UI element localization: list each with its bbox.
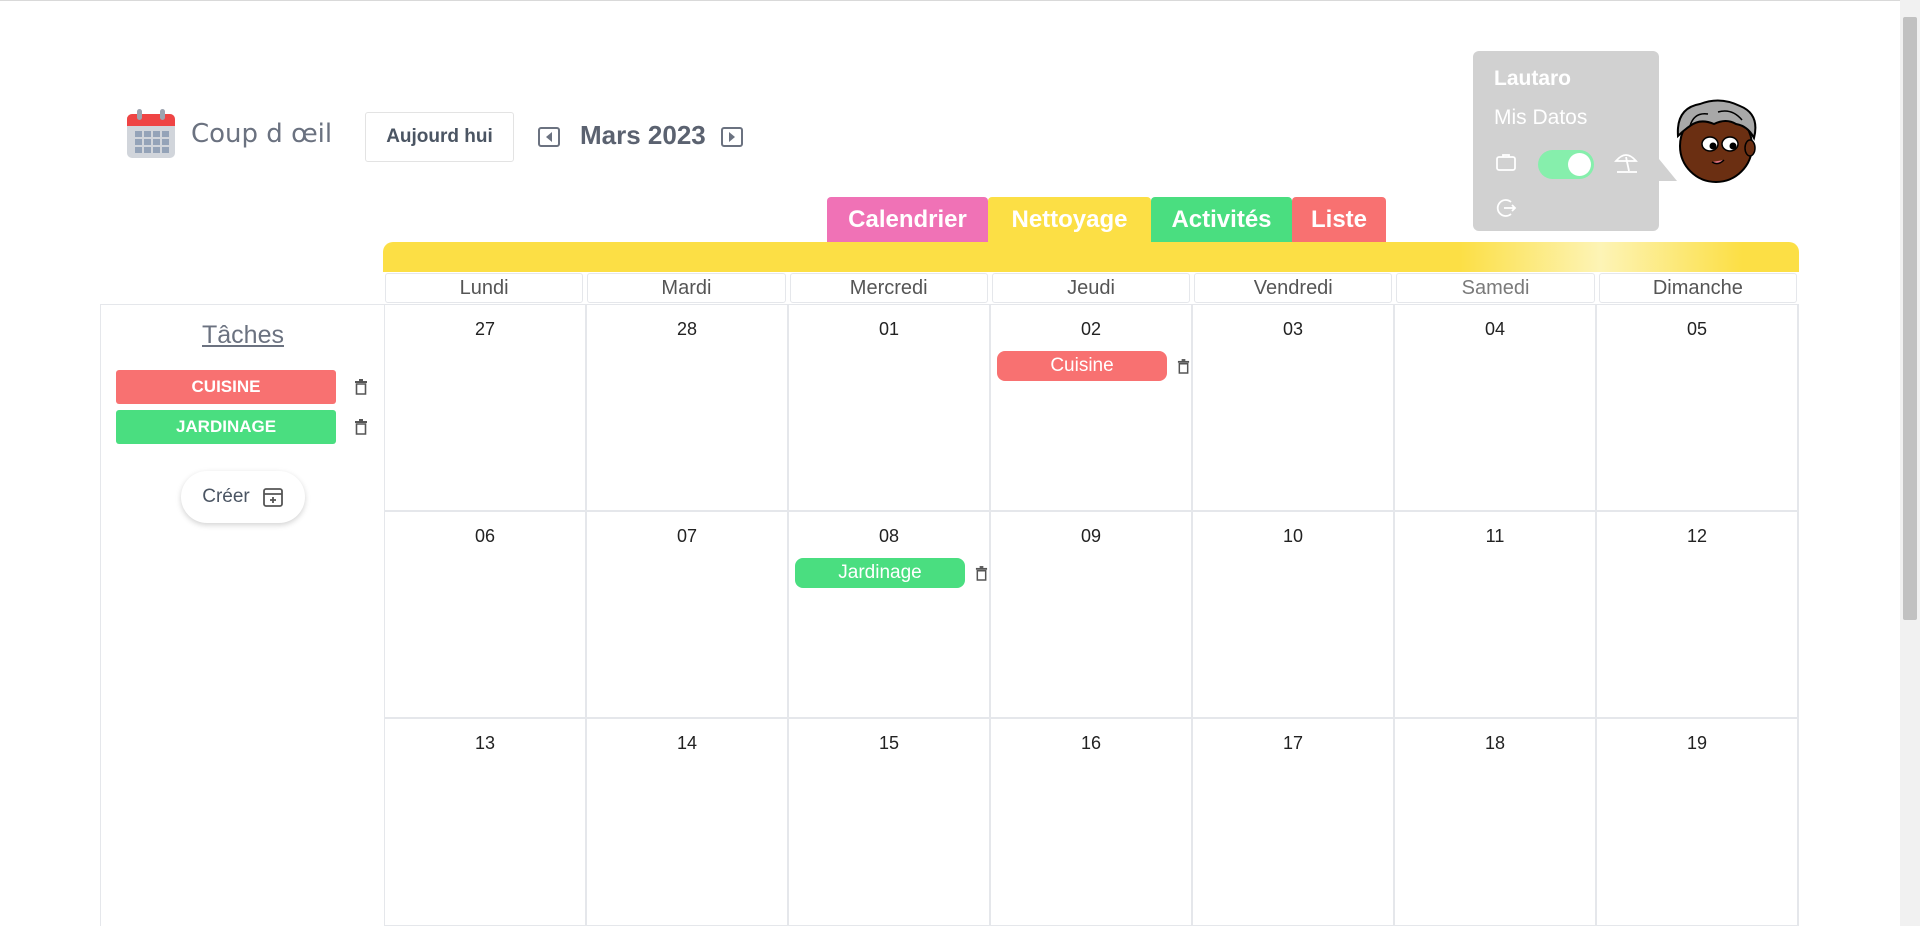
day-number: 12 xyxy=(1686,526,1708,546)
sidebar-title: Tâches xyxy=(202,321,284,349)
avatar[interactable] xyxy=(1670,96,1762,186)
app-title: Coup d œil xyxy=(191,119,333,149)
day-number: 11 xyxy=(1485,526,1505,546)
tab-activites[interactable]: Activités xyxy=(1151,197,1292,243)
prev-month-button[interactable] xyxy=(538,127,560,147)
day-cell[interactable]: 14 xyxy=(587,719,789,926)
event-label[interactable]: Cuisine xyxy=(997,351,1167,381)
day-cell[interactable]: 02 Cuisine xyxy=(991,305,1193,512)
task-label[interactable]: CUISINE xyxy=(116,370,336,404)
day-number: 27 xyxy=(474,319,496,339)
day-number: 01 xyxy=(878,319,900,339)
calendar-event: Cuisine xyxy=(997,351,1190,381)
task-item: JARDINAGE xyxy=(116,410,368,444)
day-cell[interactable]: 01 xyxy=(789,305,991,512)
day-cell[interactable]: 04 xyxy=(1395,305,1597,512)
briefcase-icon[interactable] xyxy=(1495,152,1517,172)
day-cell[interactable]: 16 xyxy=(991,719,1193,926)
day-number: 10 xyxy=(1282,526,1304,546)
day-cell[interactable]: 12 xyxy=(1597,512,1799,719)
brand: Coup d œil xyxy=(125,108,332,160)
my-data-link[interactable]: Mis Datos xyxy=(1494,106,1587,130)
tab-nettoyage[interactable]: Nettoyage xyxy=(988,197,1151,243)
weekday-label: Vendredi xyxy=(1194,273,1393,303)
day-cell[interactable]: 19 xyxy=(1597,719,1799,926)
day-number: 02 xyxy=(1080,319,1102,339)
day-number: 13 xyxy=(474,733,496,753)
event-label[interactable]: Jardinage xyxy=(795,558,965,588)
day-number: 17 xyxy=(1282,733,1304,753)
user-name: Lautaro xyxy=(1494,67,1572,90)
view-tabs: Calendrier Nettoyage Activités Liste xyxy=(827,197,1386,243)
day-number: 18 xyxy=(1484,733,1506,753)
day-number: 08 xyxy=(878,526,900,546)
weekday-label: Mercredi xyxy=(789,273,988,303)
day-cell[interactable]: 03 xyxy=(1193,305,1395,512)
next-month-button[interactable] xyxy=(721,127,743,147)
day-number: 04 xyxy=(1484,319,1506,339)
weekday-label: Dimanche xyxy=(1598,273,1797,303)
day-cell[interactable]: 05 xyxy=(1597,305,1799,512)
weekday-label: Mardi xyxy=(587,273,786,303)
day-cell[interactable]: 18 xyxy=(1395,719,1597,926)
tab-liste[interactable]: Liste xyxy=(1292,197,1386,243)
day-cell[interactable]: 07 xyxy=(587,512,789,719)
day-number: 19 xyxy=(1686,733,1708,753)
day-cell[interactable]: 10 xyxy=(1193,512,1395,719)
top-border xyxy=(0,0,1920,1)
day-number: 07 xyxy=(676,526,698,546)
month-grid: 27 28 01 02 Cuisine 03 04 05 06 07 08 Ja… xyxy=(384,304,1799,926)
day-number: 05 xyxy=(1686,319,1708,339)
trash-icon[interactable] xyxy=(354,379,368,395)
day-number: 09 xyxy=(1080,526,1102,546)
scrollbar-thumb[interactable] xyxy=(1903,17,1917,620)
caret-right-icon xyxy=(729,132,735,142)
day-cell[interactable]: 27 xyxy=(385,305,587,512)
day-cell[interactable]: 08 Jardinage xyxy=(789,512,991,719)
weekday-label: Samedi xyxy=(1396,273,1595,303)
tasks-sidebar: Tâches CUISINE JARDINAGE Créer xyxy=(100,304,384,926)
calendar-icon xyxy=(125,108,177,160)
day-cell[interactable]: 17 xyxy=(1193,719,1395,926)
day-cell[interactable]: 28 xyxy=(587,305,789,512)
task-item: CUISINE xyxy=(116,370,368,404)
weekday-header: Lundi Mardi Mercredi Jeudi Vendredi Same… xyxy=(383,273,1799,303)
calendar-header-band xyxy=(383,242,1799,272)
toggle-knob xyxy=(1568,153,1591,176)
task-label[interactable]: JARDINAGE xyxy=(116,410,336,444)
day-cell[interactable]: 15 xyxy=(789,719,991,926)
umbrella-beach-icon[interactable] xyxy=(1613,151,1639,175)
work-vacation-toggle[interactable] xyxy=(1538,150,1594,179)
day-number: 03 xyxy=(1282,319,1304,339)
day-number: 15 xyxy=(878,733,900,753)
day-cell[interactable]: 09 xyxy=(991,512,1193,719)
day-number: 06 xyxy=(474,526,496,546)
trash-icon[interactable] xyxy=(1177,358,1190,374)
caret-left-icon xyxy=(546,132,552,142)
day-number: 16 xyxy=(1080,733,1102,753)
trash-icon[interactable] xyxy=(354,419,368,435)
create-button-label: Créer xyxy=(202,486,250,507)
weekday-label: Jeudi xyxy=(991,273,1191,303)
today-button[interactable]: Aujourd hui xyxy=(365,112,514,162)
calendar-event: Jardinage xyxy=(795,558,988,588)
trash-icon[interactable] xyxy=(975,565,988,581)
day-cell[interactable]: 11 xyxy=(1395,512,1597,719)
tab-calendrier[interactable]: Calendrier xyxy=(827,197,988,243)
page-scrollbar[interactable] xyxy=(1900,0,1920,926)
create-button[interactable]: Créer xyxy=(181,471,305,523)
day-number: 28 xyxy=(676,319,698,339)
logout-icon[interactable] xyxy=(1495,197,1517,219)
day-cell[interactable]: 13 xyxy=(385,719,587,926)
day-number: 14 xyxy=(676,733,698,753)
user-panel: Lautaro Mis Datos xyxy=(1473,51,1659,231)
day-cell[interactable]: 06 xyxy=(385,512,587,719)
calendar-plus-icon xyxy=(262,488,283,507)
weekday-label: Lundi xyxy=(385,273,584,303)
current-month: Mars 2023 xyxy=(580,120,706,150)
